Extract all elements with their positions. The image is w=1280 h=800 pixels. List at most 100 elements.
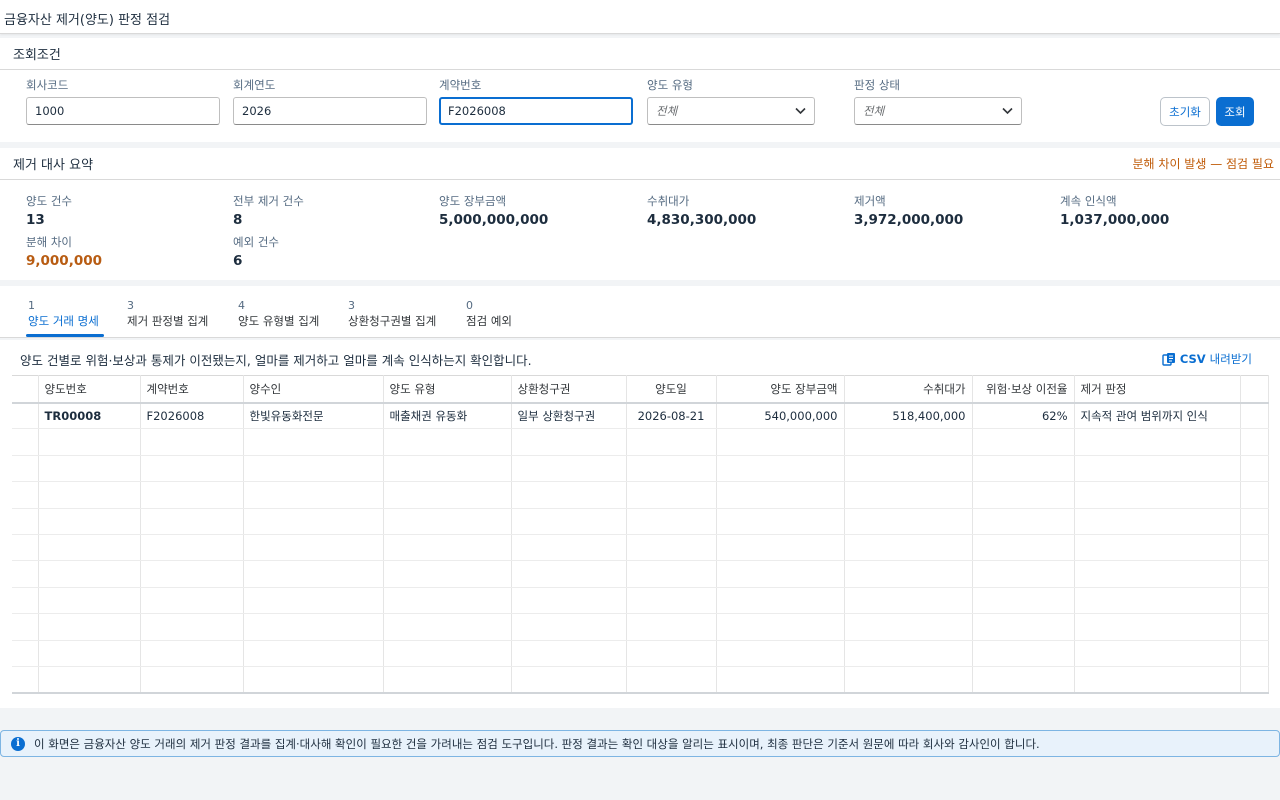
tab-count: 3 xyxy=(127,299,134,312)
col-header[interactable]: 수취대가 xyxy=(844,375,973,404)
col-header[interactable]: 양도 장부금액 xyxy=(716,375,845,404)
transfer-table-panel: 양도 건별로 위험·보상과 통제가 이전됐는지, 얼마를 제거하고 얼마를 계속… xyxy=(0,340,1280,708)
search-button[interactable]: 조회 xyxy=(1216,97,1254,126)
decision-status-field: 판정 상태 전체 xyxy=(854,77,1022,125)
tab-count: 0 xyxy=(466,299,473,312)
kpi-label: 전부 제거 건수 xyxy=(233,194,304,208)
summary-panel: 제거 대사 요약 분해 차이 발생 — 점검 필요 양도 건수 13 전부 제거… xyxy=(0,148,1280,280)
empty-row xyxy=(12,481,1269,509)
transfer-type-select[interactable]: 전체 xyxy=(647,97,815,125)
transfer-table: 양도번호 계약번호 양수인 양도 유형 상환청구권 양도일 양도 장부금액 수취… xyxy=(12,375,1269,694)
tab-label: 양도 유형별 집계 xyxy=(238,314,320,328)
info-message-strip: i 이 화면은 금융자산 양도 거래의 제거 판정 결과를 집계·대사해 확인이… xyxy=(0,730,1280,757)
decision-status-value: 전체 xyxy=(863,104,885,118)
company-code-field: 회사코드 1000 xyxy=(26,77,220,125)
kpi-transfer-count: 양도 건수 13 xyxy=(26,193,72,228)
kpi-continuing-recognition: 계속 인식액 1,037,000,000 xyxy=(1060,193,1169,228)
kpi-consideration: 수취대가 4,830,300,000 xyxy=(647,193,756,228)
transfer-type-label: 양도 유형 xyxy=(647,78,693,92)
tab-by-decision[interactable]: 3 제거 판정별 집계 xyxy=(127,299,208,329)
empty-row xyxy=(12,455,1269,483)
col-header[interactable]: 양도 유형 xyxy=(383,375,512,404)
contract-number-label: 계약번호 xyxy=(439,78,482,92)
empty-row xyxy=(12,534,1269,562)
decision-status-label: 판정 상태 xyxy=(854,78,900,92)
decision-status-select[interactable]: 전체 xyxy=(854,97,1022,125)
cell-decision: 지속적 관여 범위까지 인식 xyxy=(1074,402,1241,430)
csv-file-icon xyxy=(1162,353,1175,366)
kpi-full-derecognition-count: 전부 제거 건수 8 xyxy=(233,193,304,228)
col-header[interactable]: 계약번호 xyxy=(140,375,244,404)
filler-header xyxy=(1240,375,1269,404)
tab-exceptions[interactable]: 0 점검 예외 xyxy=(466,299,512,329)
chevron-down-icon xyxy=(795,107,806,115)
csv-suffix: 내려받기 xyxy=(1209,352,1252,366)
kpi-value: 9,000,000 xyxy=(26,253,103,269)
cell-transferee: 한빛유동화전문 xyxy=(243,402,384,430)
row-selector-header xyxy=(12,375,39,404)
cell-carrying-amount: 540,000,000 xyxy=(716,402,845,430)
kpi-label: 양도 건수 xyxy=(26,194,72,208)
empty-row xyxy=(12,428,1269,456)
transfer-type-value: 전체 xyxy=(656,104,678,118)
kpi-breakdown-difference: 분해 차이 9,000,000 xyxy=(26,234,102,269)
kpi-value: 5,000,000,000 xyxy=(439,212,549,228)
company-code-label: 회사코드 xyxy=(26,78,69,92)
empty-row xyxy=(12,666,1269,694)
filler-cell xyxy=(1240,402,1269,430)
table-description: 양도 건별로 위험·보상과 통제가 이전됐는지, 얼마를 제거하고 얼마를 계속… xyxy=(20,353,532,368)
col-header[interactable]: 제거 판정 xyxy=(1074,375,1241,404)
title-bar: 금융자산 제거(양도) 판정 점검 xyxy=(0,0,1280,34)
tab-label: 점검 예외 xyxy=(466,314,512,328)
empty-row xyxy=(12,640,1269,667)
kpi-carrying-amount: 양도 장부금액 5,000,000,000 xyxy=(439,193,548,228)
tab-label: 양도 거래 명세 xyxy=(28,314,99,328)
table-row[interactable]: TR00008 F2026008 한빛유동화전문 매출채권 유동화 일부 상환청… xyxy=(12,402,1269,430)
empty-row xyxy=(12,613,1269,641)
company-code-input[interactable]: 1000 xyxy=(26,97,220,125)
cell-consideration: 518,400,000 xyxy=(844,402,973,430)
cell-transfer-type: 매출채권 유동화 xyxy=(383,402,512,430)
chevron-down-icon xyxy=(1002,107,1013,115)
empty-row xyxy=(12,508,1269,535)
row-selector[interactable] xyxy=(12,402,39,430)
kpi-value: 3,972,000,000 xyxy=(854,212,964,228)
fiscal-year-input[interactable]: 2026 xyxy=(233,97,427,125)
tab-by-transfer-type[interactable]: 4 양도 유형별 집계 xyxy=(238,299,319,329)
col-header[interactable]: 양수인 xyxy=(243,375,384,404)
kpi-label: 계속 인식액 xyxy=(1060,194,1117,208)
kpi-value: 13 xyxy=(26,212,45,228)
col-header[interactable]: 양도번호 xyxy=(38,375,141,404)
cell-risk-transfer-rate: 62% xyxy=(972,402,1075,430)
summary-header: 제거 대사 요약 분해 차이 발생 — 점검 필요 xyxy=(0,148,1280,180)
kpi-value: 1,037,000,000 xyxy=(1060,212,1170,228)
tab-transfer-details[interactable]: 1 양도 거래 명세 xyxy=(28,299,99,329)
fiscal-year-field: 회계연도 2026 xyxy=(233,77,427,125)
kpi-label: 제거액 xyxy=(854,194,886,208)
col-header[interactable]: 양도일 xyxy=(626,375,717,404)
filter-panel: 조회조건 회사코드 1000 회계연도 2026 계약번호 F2026008 양… xyxy=(0,38,1280,142)
reset-button[interactable]: 초기화 xyxy=(1160,97,1210,126)
tab-count: 3 xyxy=(348,299,355,312)
kpi-exception-count: 예외 건수 6 xyxy=(233,234,279,269)
cell-transfer-date: 2026-08-21 xyxy=(626,402,717,430)
empty-row xyxy=(12,587,1269,615)
kpi-value: 6 xyxy=(233,253,243,269)
col-header[interactable]: 상환청구권 xyxy=(511,375,627,404)
empty-row xyxy=(12,560,1269,588)
difference-warning: 분해 차이 발생 — 점검 필요 xyxy=(1132,157,1274,171)
kpi-label: 수취대가 xyxy=(647,194,690,208)
contract-number-input[interactable]: F2026008 xyxy=(439,97,633,125)
cell-transfer-number: TR00008 xyxy=(38,402,141,430)
transfer-type-field: 양도 유형 전체 xyxy=(647,77,815,125)
kpi-label: 예외 건수 xyxy=(233,235,279,249)
active-tab-indicator xyxy=(26,334,104,337)
summary-section-title: 제거 대사 요약 xyxy=(13,158,94,173)
fiscal-year-label: 회계연도 xyxy=(233,78,276,92)
info-icon: i xyxy=(11,736,25,751)
tab-by-recourse[interactable]: 3 상환청구권별 집계 xyxy=(348,299,436,329)
cell-contract-number: F2026008 xyxy=(140,402,244,430)
col-header[interactable]: 위험·보상 이전율 xyxy=(972,375,1075,404)
csv-download-button[interactable]: CSV 내려받기 xyxy=(1162,351,1252,367)
kpi-derecognized-amount: 제거액 3,972,000,000 xyxy=(854,193,963,228)
